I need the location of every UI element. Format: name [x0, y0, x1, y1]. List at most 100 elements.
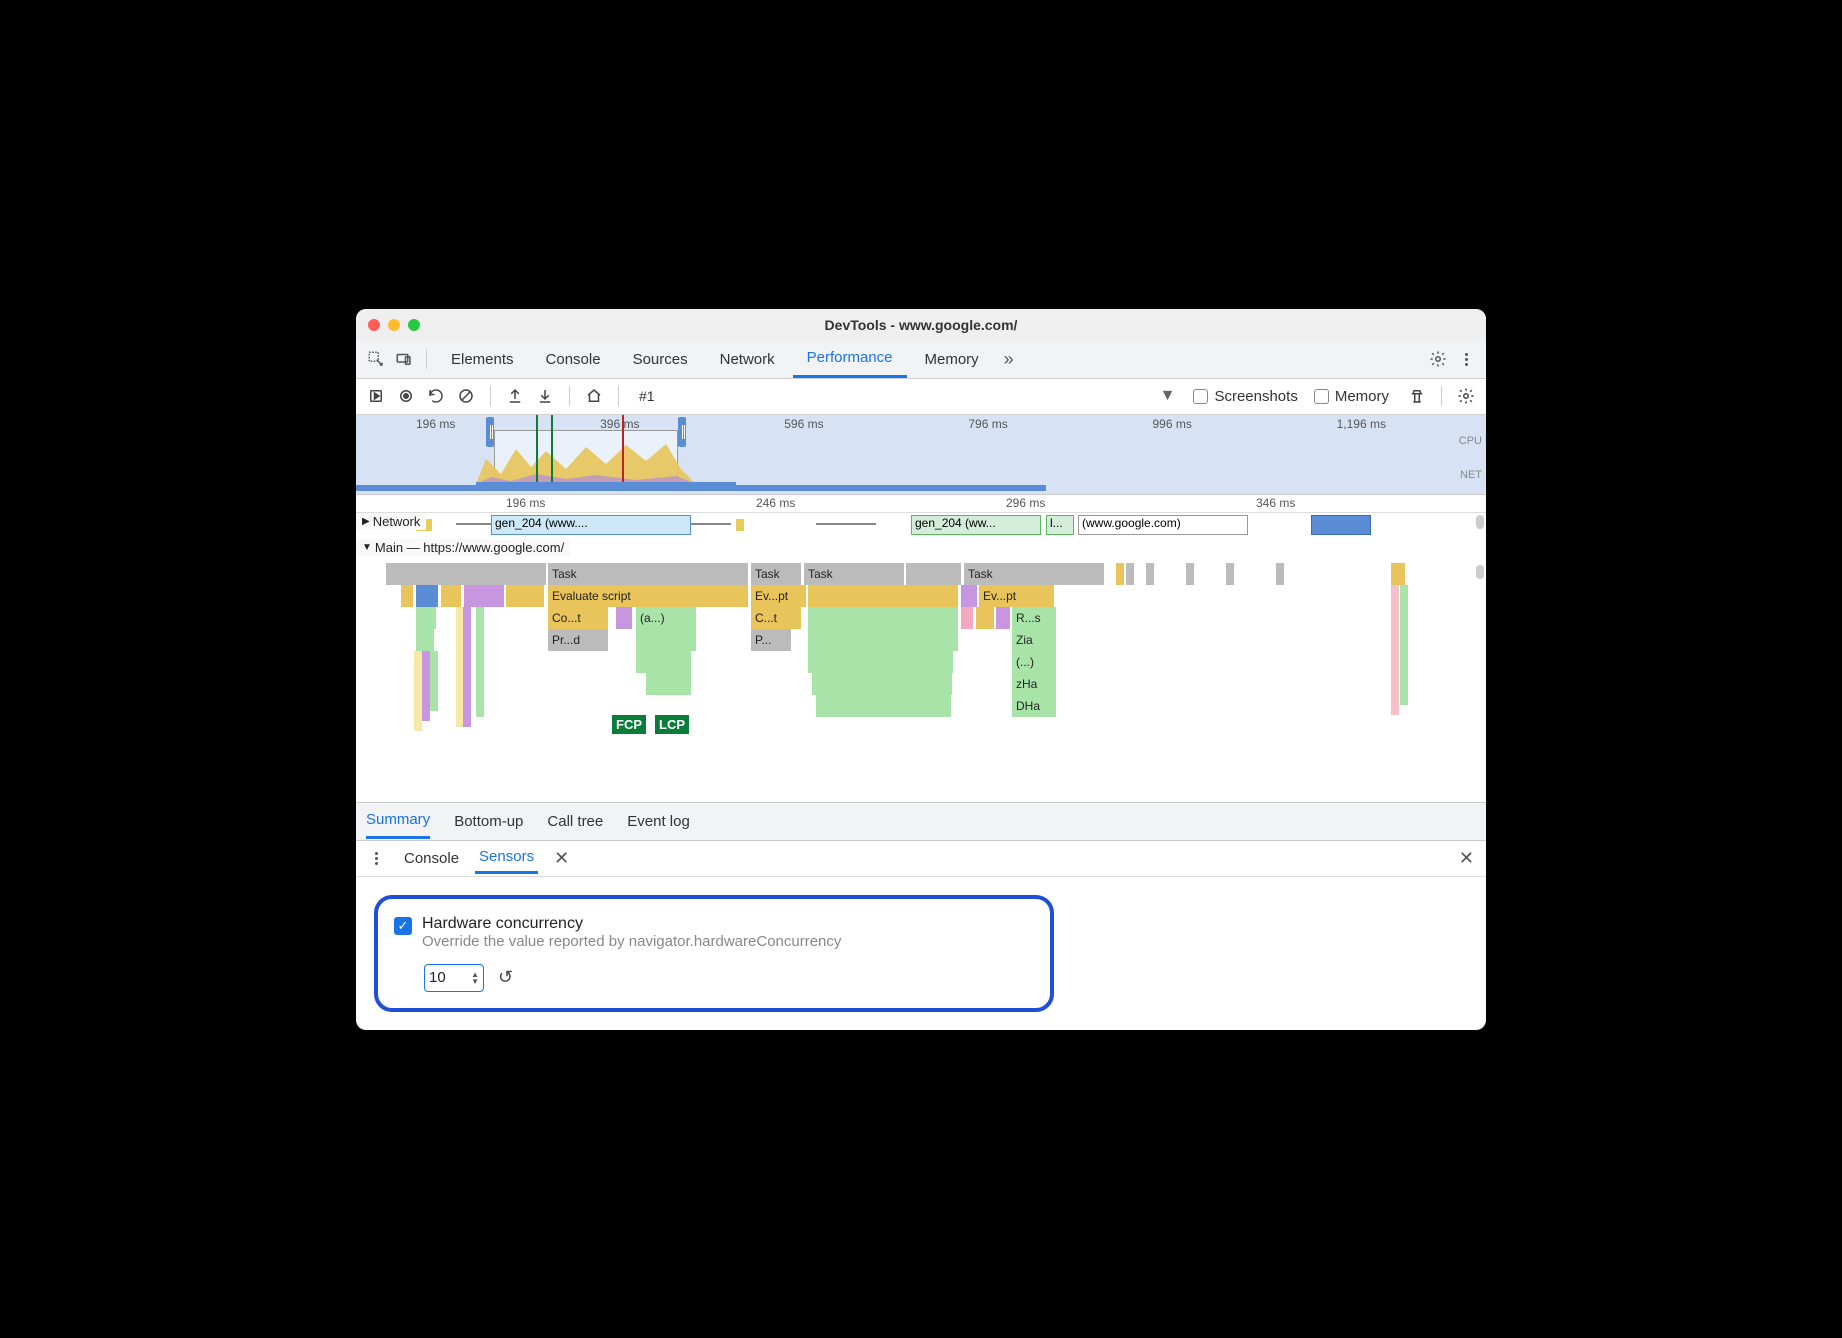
network-request[interactable]: (www.google.com) [1078, 515, 1248, 535]
flame-block[interactable]: (...) [1012, 651, 1056, 673]
timeline-overview[interactable]: 196 ms 396 ms 596 ms 796 ms 996 ms 1,196… [356, 415, 1486, 495]
flame-block[interactable] [976, 607, 994, 629]
flame-block[interactable] [812, 673, 952, 695]
flame-block[interactable] [401, 585, 413, 607]
clear-button[interactable] [454, 384, 478, 408]
network-event[interactable] [736, 519, 744, 531]
close-drawer-icon[interactable]: ✕ [1455, 848, 1478, 869]
flame-task[interactable] [386, 563, 546, 585]
record-button[interactable] [364, 384, 388, 408]
network-track-header[interactable]: ▶Network [356, 513, 426, 530]
network-request[interactable]: gen_204 (www.... [491, 515, 691, 535]
drawer-tab-console[interactable]: Console [400, 844, 463, 873]
flame-chart[interactable]: ▶Network gen_204 (www.... gen_204 (ww...… [356, 513, 1486, 803]
drawer-tab-sensors[interactable]: Sensors [475, 842, 538, 874]
flame-block[interactable] [1226, 563, 1234, 585]
tab-summary[interactable]: Summary [366, 803, 430, 839]
settings-icon[interactable] [1426, 347, 1450, 371]
tab-sources[interactable]: Sources [619, 340, 702, 378]
upload-button[interactable] [503, 384, 527, 408]
tab-memory[interactable]: Memory [911, 340, 993, 378]
flame-block[interactable] [646, 673, 691, 695]
flame-block[interactable] [996, 607, 1010, 629]
flame-eval-script[interactable]: Ev...pt [751, 585, 806, 607]
flame-block[interactable] [1116, 563, 1124, 585]
close-window-button[interactable] [368, 319, 380, 331]
maximize-window-button[interactable] [408, 319, 420, 331]
tab-performance[interactable]: Performance [793, 340, 907, 378]
tab-network[interactable]: Network [706, 340, 789, 378]
flame-task[interactable]: Task [964, 563, 1104, 585]
flame-block[interactable] [416, 585, 438, 607]
screenshots-checkbox[interactable]: Screenshots [1193, 388, 1297, 405]
flame-anon[interactable]: (a...) [636, 607, 696, 629]
close-tab-icon[interactable]: ✕ [550, 848, 573, 869]
tab-call-tree[interactable]: Call tree [547, 805, 603, 838]
tab-console[interactable]: Console [532, 340, 615, 378]
fcp-badge[interactable]: FCP [612, 715, 646, 734]
tab-elements[interactable]: Elements [437, 340, 528, 378]
drawer-menu-icon[interactable] [364, 846, 388, 870]
hardware-concurrency-input[interactable]: 10 ▲▼ [424, 964, 484, 992]
minimize-window-button[interactable] [388, 319, 400, 331]
flame-block[interactable]: R...s [1012, 607, 1056, 629]
hardware-concurrency-checkbox[interactable]: ✓ [394, 917, 412, 935]
flame-block[interactable] [441, 585, 461, 607]
stepper-icon[interactable]: ▲▼ [471, 971, 479, 985]
flame-zha[interactable]: zHa [1012, 673, 1056, 695]
network-request[interactable] [1311, 515, 1371, 535]
flame-process[interactable]: Pr...d [548, 629, 608, 651]
tab-event-log[interactable]: Event log [627, 805, 690, 838]
dropdown-caret-icon[interactable]: ▼ [1160, 387, 1176, 405]
flame-dha[interactable]: DHa [1012, 695, 1056, 717]
flame-process[interactable]: P... [751, 629, 791, 651]
flame-task[interactable] [906, 563, 961, 585]
flame-compile[interactable]: C...t [751, 607, 801, 629]
flame-block[interactable] [961, 607, 973, 629]
network-request[interactable]: gen_204 (ww... [911, 515, 1041, 535]
profile-selector[interactable]: #1 [631, 386, 663, 406]
download-button[interactable] [533, 384, 557, 408]
flame-block[interactable] [1126, 563, 1134, 585]
flame-block[interactable] [506, 585, 544, 607]
home-button[interactable] [582, 384, 606, 408]
flame-block[interactable] [1276, 563, 1284, 585]
inspect-element-icon[interactable] [364, 347, 388, 371]
more-menu-icon[interactable] [1454, 347, 1478, 371]
network-request[interactable]: l... [1046, 515, 1074, 535]
flame-block[interactable] [1146, 563, 1154, 585]
flame-block[interactable] [416, 629, 434, 651]
flame-zia[interactable]: Zia [1012, 629, 1056, 651]
flame-block[interactable] [464, 585, 504, 607]
flame-block[interactable] [816, 695, 951, 717]
flame-task[interactable]: Task [751, 563, 801, 585]
flame-compile[interactable]: Co...t [548, 607, 608, 629]
tab-bottom-up[interactable]: Bottom-up [454, 805, 523, 838]
flame-block[interactable] [1186, 563, 1194, 585]
lcp-badge[interactable]: LCP [655, 715, 689, 734]
flame-block[interactable] [961, 585, 977, 607]
flame-block[interactable] [808, 651, 953, 673]
flame-block[interactable] [808, 585, 958, 607]
garbage-collect-icon[interactable] [1405, 384, 1429, 408]
device-toolbar-icon[interactable] [392, 347, 416, 371]
flame-task[interactable]: Task [804, 563, 904, 585]
flame-block[interactable] [808, 607, 958, 629]
memory-checkbox[interactable]: Memory [1314, 388, 1389, 405]
more-tabs-icon[interactable]: » [997, 347, 1021, 371]
reload-button[interactable] [424, 384, 448, 408]
flame-eval-script[interactable]: Evaluate script [548, 585, 748, 607]
flame-eval-script[interactable]: Ev...pt [979, 585, 1054, 607]
record-circle-button[interactable] [394, 384, 418, 408]
flame-block[interactable] [616, 607, 632, 629]
flame-block[interactable] [416, 607, 436, 629]
flame-task[interactable]: Task [548, 563, 748, 585]
flame-block[interactable] [808, 629, 958, 651]
flame-block[interactable] [1391, 563, 1405, 585]
reset-icon[interactable]: ↺ [498, 967, 513, 988]
capture-settings-icon[interactable] [1454, 384, 1478, 408]
scroll-indicator[interactable] [1476, 565, 1484, 579]
flame-block[interactable] [636, 651, 691, 673]
flame-block[interactable] [636, 629, 696, 651]
main-track-header[interactable]: ▼Main — https://www.google.com/ [356, 539, 570, 556]
